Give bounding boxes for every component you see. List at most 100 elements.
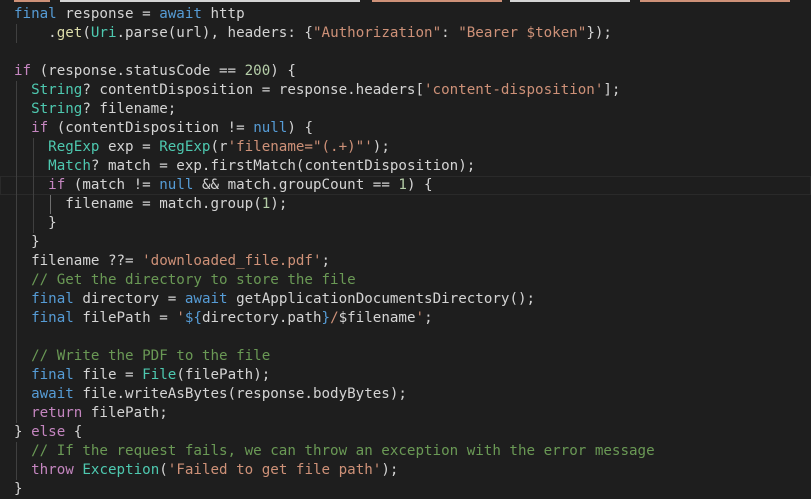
code-token: 1 (398, 177, 407, 193)
code-editor[interactable]: final response = await http .get(Uri.par… (0, 0, 811, 499)
code-token: ${ (184, 310, 202, 326)
code-token: Match (48, 158, 91, 174)
code-token: (contentDisposition != (48, 120, 254, 136)
code-token: ); (372, 139, 390, 155)
code-token: 'downloaded_file.pdf' (142, 253, 322, 269)
clipped-previous-line (0, 0, 811, 4)
code-line[interactable]: .get(Uri.parse(url), headers: {"Authoriz… (0, 24, 811, 43)
code-token: else (31, 424, 66, 440)
code-token: ( (82, 25, 91, 41)
code-token: // If the request fails, we can throw an… (31, 443, 655, 459)
code-token: (response.statusCode == (31, 63, 245, 79)
code-token: null (253, 120, 288, 136)
code-token: ) { (287, 120, 313, 136)
code-area[interactable]: final response = await http .get(Uri.par… (0, 5, 811, 499)
indent-guide (33, 157, 35, 176)
code-token: (match != (65, 177, 160, 193)
code-line[interactable]: if (response.statusCode == 200) { (0, 62, 811, 81)
indent-guide (16, 24, 17, 43)
indent-guide (16, 252, 17, 271)
indent-guide (16, 157, 17, 176)
code-token: null (159, 177, 194, 193)
code-token: if (31, 120, 49, 136)
indent-guide (16, 176, 17, 195)
code-token: ) { (270, 63, 296, 79)
code-line[interactable]: return filePath; (0, 404, 811, 423)
code-token: ? contentDisposition = response.headers[ (82, 82, 425, 98)
code-token: final (31, 291, 74, 307)
code-line[interactable]: RegExp exp = RegExp(r'filename="(.+)"'); (0, 138, 811, 157)
indent-guide (16, 138, 17, 157)
code-token: filename = match. (14, 196, 211, 212)
code-token: await (184, 291, 228, 307)
code-token: 'Failed to get file path' (167, 462, 382, 478)
code-token: if (48, 177, 66, 193)
code-token: ? filename; (82, 101, 177, 117)
code-line[interactable]: // Get the directory to store the file (0, 271, 811, 290)
code-token: return (31, 405, 83, 421)
code-token: exp = (99, 139, 160, 155)
code-token: 200 (244, 63, 271, 79)
indent-guide (16, 290, 17, 309)
code-line[interactable]: final filePath = '${directory.path}/$fil… (0, 309, 811, 328)
code-token: firstMatch (210, 158, 296, 174)
code-token: // Get the directory to store the file (31, 272, 356, 288)
code-line[interactable]: } (0, 480, 811, 499)
code-line[interactable]: filename ??= 'downloaded_file.pdf'; (0, 252, 811, 271)
code-token: ) { (406, 177, 433, 193)
code-token: await (159, 6, 202, 22)
code-line[interactable]: String? contentDisposition = response.he… (0, 81, 811, 100)
clipped-text-fragment (14, 0, 50, 2)
code-line[interactable]: filename = match.group(1); (0, 195, 811, 214)
code-token: } (14, 215, 57, 231)
indent-guide (16, 214, 17, 233)
code-line[interactable]: Match? match = exp.firstMatch(contentDis… (0, 157, 811, 176)
indent-guide (16, 309, 17, 328)
code-token: file = (73, 367, 143, 383)
code-token: : (441, 25, 459, 41)
code-line[interactable]: } (0, 233, 811, 252)
indent-guide (16, 81, 17, 100)
code-token: / (330, 310, 339, 326)
code-token: ' (415, 310, 425, 326)
code-line[interactable]: final directory = await getApplicationDo… (0, 290, 811, 309)
code-token: get (56, 25, 83, 41)
code-line[interactable]: // If the request fails, we can throw an… (0, 442, 811, 461)
code-token: $filename (338, 310, 416, 326)
code-token: 'filename="(.+)"' (227, 139, 373, 155)
code-line[interactable] (0, 328, 811, 347)
code-line[interactable]: } else { (0, 423, 811, 442)
code-token: ); (381, 462, 399, 478)
code-line[interactable]: await file.writeAsBytes(response.bodyByt… (0, 385, 811, 404)
code-line[interactable]: throw Exception('Failed to get file path… (0, 461, 811, 480)
code-line[interactable] (0, 43, 811, 62)
indent-guide (16, 328, 17, 347)
code-token: ' (176, 310, 185, 326)
code-token: }); (586, 25, 612, 41)
code-line[interactable]: // Write the PDF to the file (0, 347, 811, 366)
code-token: (r (210, 139, 228, 155)
code-line[interactable]: if (contentDisposition != null) { (0, 119, 811, 138)
code-line[interactable]: String? filename; (0, 100, 811, 119)
code-token: String (31, 101, 83, 117)
code-token: directory = (73, 291, 185, 307)
indent-guide (16, 119, 17, 138)
code-token: RegExp (159, 139, 211, 155)
indent-guide (16, 195, 17, 214)
code-line[interactable]: } (0, 214, 811, 233)
indent-guide (16, 366, 17, 385)
code-line[interactable]: final file = File(filePath); (0, 366, 811, 385)
code-token: filePath; (82, 405, 168, 421)
code-token: File (142, 367, 177, 383)
code-token: response = (56, 6, 160, 22)
code-line[interactable]: if (match != null && match.groupCount ==… (0, 176, 811, 195)
code-token: // Write the PDF to the file (31, 348, 271, 364)
code-token: filename ??= (14, 253, 143, 269)
code-line[interactable]: final response = await http (0, 5, 811, 24)
code-token: ); (270, 196, 288, 212)
code-token: ( (253, 196, 262, 212)
